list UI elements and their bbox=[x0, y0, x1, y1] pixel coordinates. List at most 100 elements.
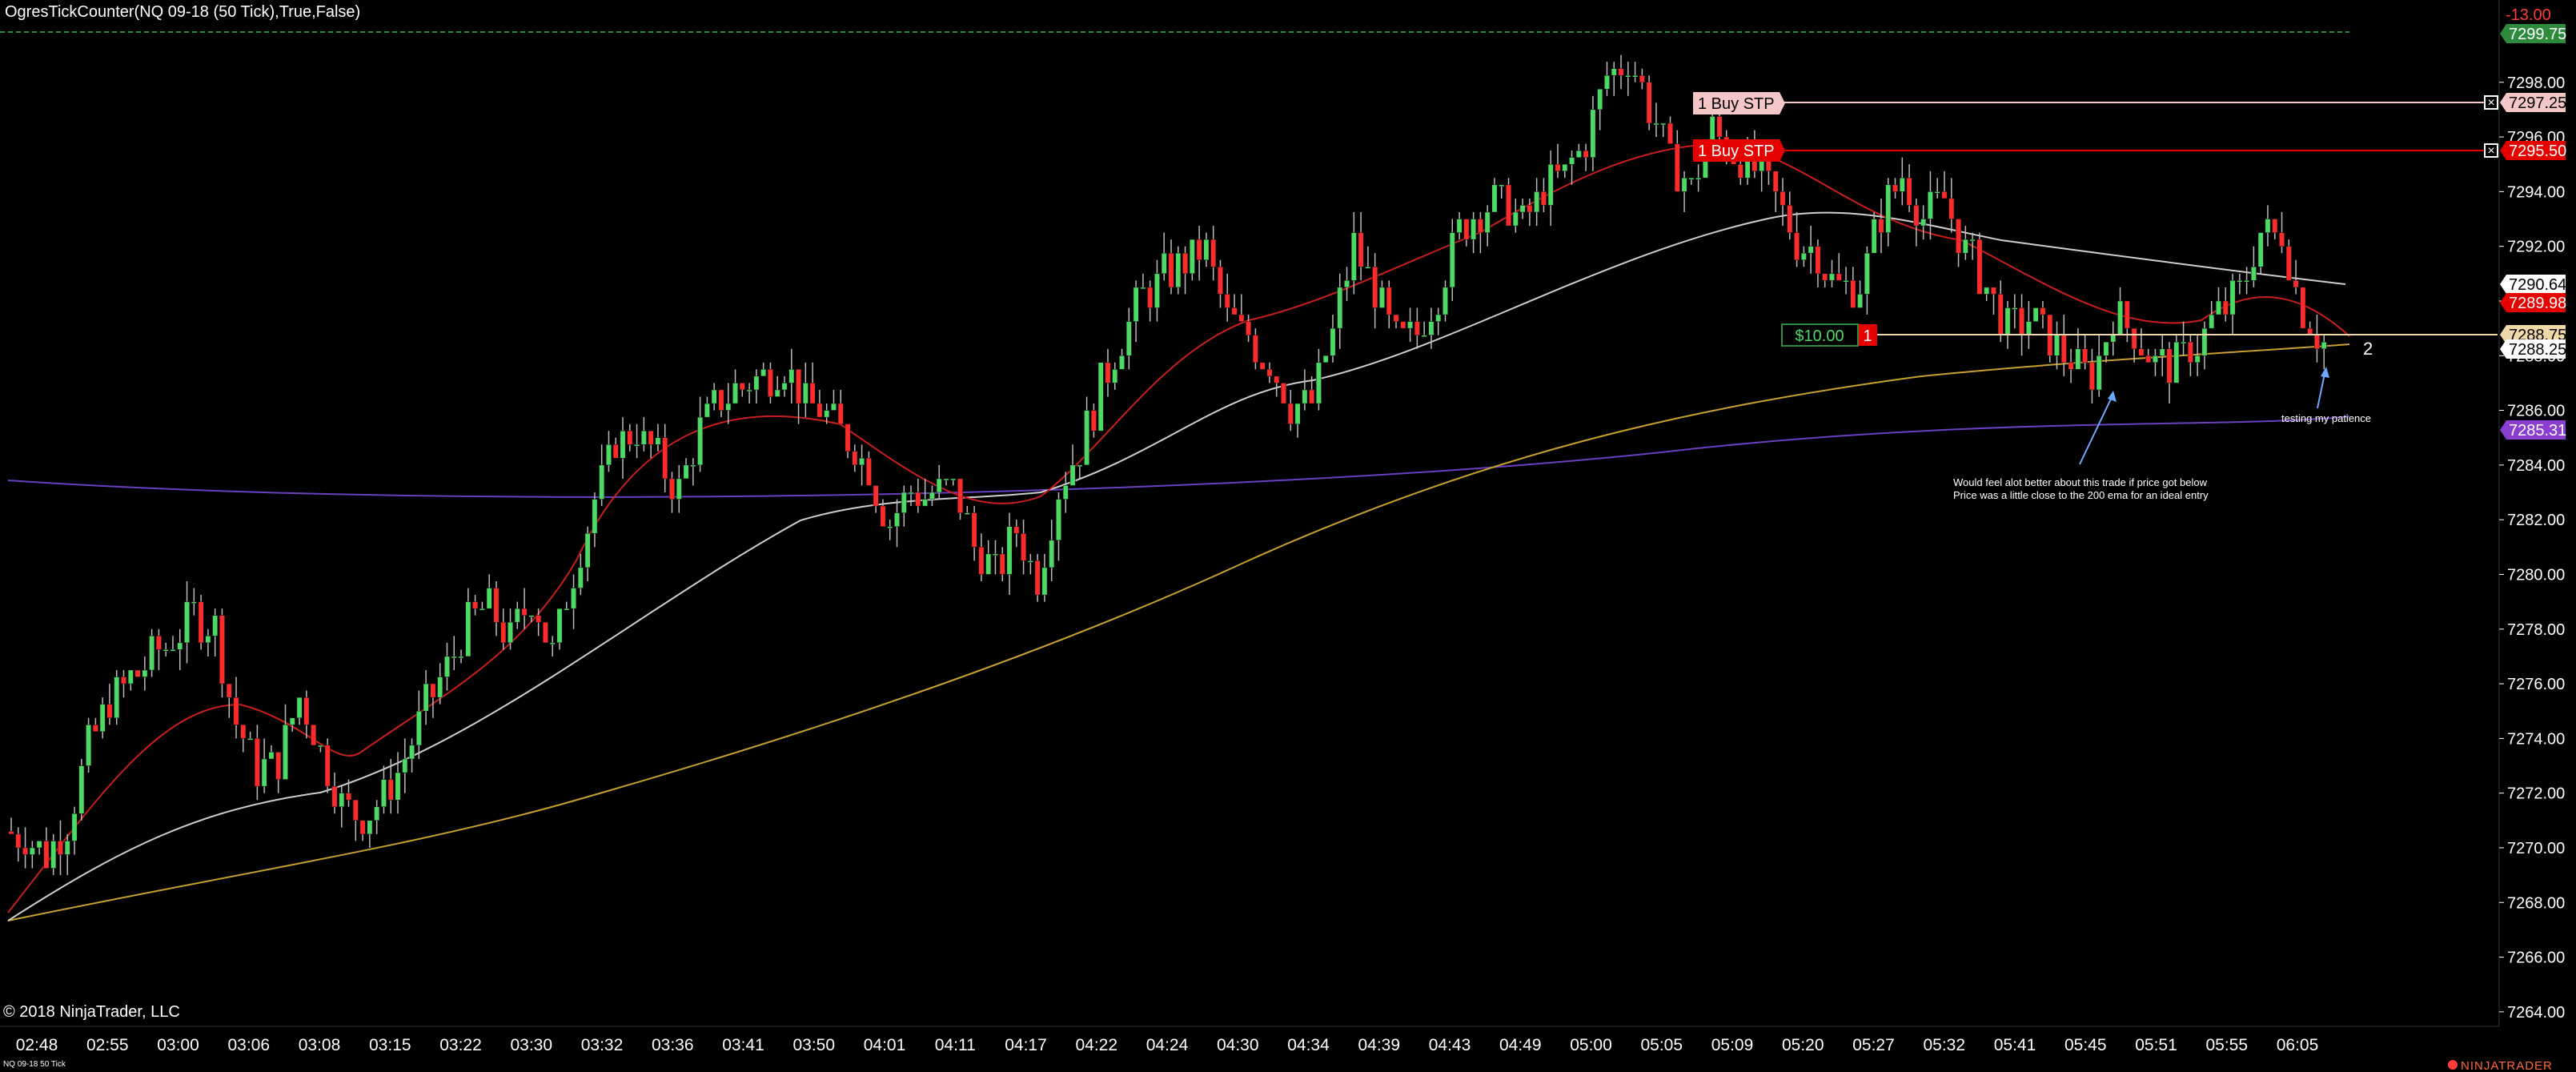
candle-down bbox=[873, 485, 879, 507]
candle-up bbox=[929, 492, 935, 500]
candle-down bbox=[1281, 383, 1286, 404]
candle-down bbox=[845, 424, 851, 452]
candle-up bbox=[2117, 300, 2123, 335]
copyright-text: © 2018 NinjaTrader, LLC bbox=[3, 1003, 180, 1021]
candle-up bbox=[415, 710, 422, 746]
candle-down bbox=[1224, 294, 1230, 308]
candle-up bbox=[1885, 184, 1892, 233]
candle-down bbox=[796, 369, 801, 404]
annotation-1: Would feel alot better about this trade … bbox=[1953, 391, 2209, 501]
candle-up bbox=[1575, 150, 1582, 158]
time-label: 05:20 bbox=[1782, 1036, 1824, 1054]
candle-up bbox=[1133, 287, 1139, 322]
candle-down bbox=[1906, 178, 1912, 206]
price-label: 7264.00 bbox=[2507, 1004, 2565, 1022]
price-label: 7280.00 bbox=[2507, 566, 2565, 584]
time-label: 03:00 bbox=[157, 1036, 199, 1054]
candle-down bbox=[2285, 246, 2292, 281]
candle-up bbox=[732, 383, 738, 404]
time-label: 03:32 bbox=[581, 1036, 624, 1054]
candle-up bbox=[289, 717, 295, 725]
candle-up bbox=[142, 669, 148, 677]
candle-up bbox=[247, 738, 253, 741]
candle-down bbox=[1674, 143, 1680, 192]
candle-up bbox=[802, 383, 809, 404]
candle-up bbox=[486, 588, 492, 609]
candle-up bbox=[402, 758, 408, 773]
candle-up bbox=[381, 779, 387, 807]
indicator-title: OgresTickCounter(NQ 09-18 (50 Tick),True… bbox=[5, 3, 360, 21]
candle-up bbox=[296, 697, 303, 719]
candle-up bbox=[1829, 273, 1835, 281]
candle-up bbox=[2110, 335, 2117, 343]
candle-up bbox=[993, 553, 998, 556]
candle-down bbox=[134, 669, 141, 677]
annotation-arrow-1 bbox=[2079, 393, 2114, 465]
candle-up bbox=[788, 369, 795, 383]
candle-up bbox=[571, 588, 576, 609]
candle-up bbox=[71, 813, 78, 841]
candle-down bbox=[156, 636, 162, 650]
time-label: 06:05 bbox=[2277, 1036, 2319, 1054]
candle-down bbox=[978, 547, 985, 575]
candle-down bbox=[1716, 116, 1723, 138]
candle-up bbox=[1569, 157, 1575, 165]
price-marker-label: 7290.64 bbox=[2509, 276, 2566, 294]
candle-down bbox=[275, 752, 282, 780]
candle-up bbox=[1499, 184, 1505, 187]
candle-up bbox=[177, 642, 183, 650]
candle-up bbox=[1962, 239, 1968, 254]
candle-down bbox=[1372, 267, 1378, 308]
candle-up bbox=[936, 478, 942, 493]
candle-up bbox=[985, 553, 992, 575]
time-label: 04:49 bbox=[1499, 1036, 1542, 1054]
candle-up bbox=[451, 656, 457, 659]
candle-up bbox=[114, 677, 120, 719]
price-chart[interactable]: OgresTickCounter(NQ 09-18 (50 Tick),True… bbox=[0, 0, 2576, 1072]
candle-down bbox=[8, 831, 14, 835]
candle-up bbox=[1316, 362, 1322, 404]
candle-up bbox=[1006, 526, 1013, 575]
candle-up bbox=[2103, 341, 2109, 356]
time-axis[interactable]: 02:48 02:55 03:00 03:06 03:08 03:15 03:22 03:30… bbox=[0, 1026, 2499, 1054]
candle-down bbox=[2300, 287, 2306, 329]
candle-up bbox=[86, 725, 92, 766]
candle-down bbox=[1231, 307, 1238, 315]
price-marker: 7285.31 bbox=[2500, 420, 2566, 440]
candle-up bbox=[746, 389, 752, 392]
candle-up bbox=[1928, 191, 1933, 219]
order-label-2: 1 Buy STP bbox=[1698, 143, 1775, 160]
candle-down bbox=[359, 820, 366, 835]
order-line-buy-stop-2[interactable]: 1 Buy STP × bbox=[1693, 139, 2498, 162]
candle-down bbox=[1913, 205, 1920, 227]
candle-up bbox=[1097, 362, 1104, 432]
candle-down bbox=[2131, 327, 2137, 349]
candle-up bbox=[887, 526, 893, 528]
candle-down bbox=[1991, 287, 1996, 295]
candle-up bbox=[395, 772, 401, 801]
candle-down bbox=[226, 683, 232, 698]
candle-down bbox=[1393, 314, 1399, 322]
candle-down bbox=[2145, 355, 2152, 363]
candle-up bbox=[599, 464, 605, 500]
candle-down bbox=[809, 383, 816, 404]
candle-up bbox=[205, 636, 211, 644]
candle-up bbox=[437, 677, 443, 698]
time-label: 03:08 bbox=[299, 1036, 341, 1054]
candle-down bbox=[1105, 362, 1111, 383]
candle-down bbox=[1646, 82, 1652, 124]
candle-up bbox=[1344, 280, 1350, 288]
time-label: 03:36 bbox=[652, 1036, 694, 1054]
candle-up bbox=[1049, 540, 1055, 568]
candle-up bbox=[508, 621, 513, 644]
candle-up bbox=[1484, 211, 1491, 233]
candle-down bbox=[198, 601, 204, 644]
candle-up bbox=[640, 430, 647, 445]
candle-down bbox=[43, 841, 50, 869]
order-line-buy-stop-1[interactable]: 1 Buy STP × bbox=[1693, 92, 2498, 114]
time-label: 05:45 bbox=[2064, 1036, 2107, 1054]
order-label-arrow-1 bbox=[1780, 92, 1785, 114]
price-label: 7268.00 bbox=[2507, 894, 2565, 912]
candle-down bbox=[1997, 294, 2004, 335]
time-label: 05:55 bbox=[2205, 1036, 2248, 1054]
